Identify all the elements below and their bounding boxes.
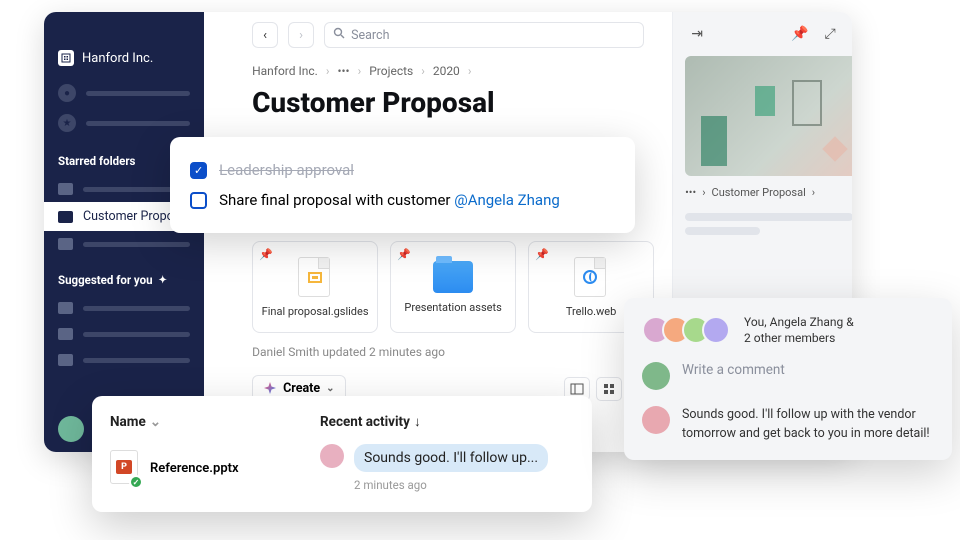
task-label: Share final proposal with customer @Ange… <box>219 191 560 209</box>
topbar: ‹ › Search <box>252 12 654 58</box>
crumb[interactable]: Customer Proposal <box>712 186 806 199</box>
sparkle-icon: ✦ <box>159 275 167 286</box>
comments-panel: You, Angela Zhang & 2 other members Writ… <box>624 298 952 460</box>
file-card[interactable]: 📌 Final proposal.gslides <box>252 241 378 333</box>
activity-message: Sounds good. I'll follow up... <box>354 444 548 472</box>
nav-forward-button[interactable]: › <box>288 22 314 48</box>
pin-button[interactable]: 📌 <box>788 22 812 46</box>
file-preview[interactable] <box>685 56 852 176</box>
folder-icon <box>58 328 73 340</box>
avatar <box>320 444 344 468</box>
folder-item[interactable] <box>44 321 204 347</box>
crumb[interactable]: 2020 <box>433 64 460 78</box>
pin-icon: 📌 <box>397 248 411 261</box>
folder-item[interactable] <box>44 347 204 373</box>
file-list-popover: Name ⌄ Recent activity ↓ P ✓ Reference.p… <box>92 396 592 512</box>
view-grid-button[interactable] <box>596 377 622 401</box>
nav-item-starred[interactable]: ★ <box>44 108 204 138</box>
crumb-ellipsis[interactable]: ••• <box>685 186 696 199</box>
more-button[interactable]: ••• <box>848 22 852 46</box>
task-row[interactable]: Share final proposal with customer @Ange… <box>190 185 615 215</box>
org-switcher[interactable]: Hanford Inc. <box>44 50 204 78</box>
checkbox-checked-icon[interactable]: ✓ <box>190 162 207 179</box>
gslides-icon <box>298 257 332 297</box>
crumb[interactable]: Projects <box>369 64 413 78</box>
pin-icon: 📌 <box>259 248 273 261</box>
column-activity[interactable]: Recent activity ↓ <box>320 414 421 430</box>
synced-icon: ✓ <box>129 475 143 489</box>
members-label: You, Angela Zhang & 2 other members <box>744 314 854 346</box>
update-meta: Daniel Smith updated 2 minutes ago <box>252 333 654 371</box>
comment-text: Sounds good. I'll follow up with the ven… <box>682 406 934 444</box>
avatar-stack[interactable] <box>642 316 730 344</box>
collapse-panel-button[interactable]: ⇥ <box>685 22 709 46</box>
search-icon <box>333 27 345 43</box>
panel-breadcrumb: •••› Customer Proposal› <box>685 176 852 207</box>
powerpoint-icon: P ✓ <box>110 450 140 486</box>
sort-desc-icon: ↓ <box>414 414 421 430</box>
folder-icon <box>58 302 73 314</box>
tasks-popover: ✓ Leadership approval Share final propos… <box>170 137 635 233</box>
web-icon <box>574 257 608 297</box>
folder-icon <box>58 183 73 195</box>
breadcrumb: Hanford Inc.› •••› Projects› 2020› <box>252 58 654 84</box>
comment-input-row[interactable]: Write a comment <box>642 362 934 390</box>
folder-item[interactable] <box>44 295 204 321</box>
folder-icon <box>433 261 473 293</box>
chevron-down-icon: ⌄ <box>326 383 334 394</box>
folder-icon <box>58 354 73 366</box>
expand-button[interactable]: ⤢ <box>818 22 842 46</box>
building-icon <box>58 50 74 66</box>
file-cards: 📌 Final proposal.gslides 📌 Presentation … <box>252 241 654 333</box>
avatar <box>642 406 670 434</box>
file-name: Final proposal.gslides <box>262 305 369 318</box>
suggested-header: Suggested for you ✦ <box>44 257 204 295</box>
nav-back-button[interactable]: ‹ <box>252 22 278 48</box>
folder-item[interactable] <box>44 231 204 257</box>
star-icon: ★ <box>58 114 76 132</box>
sparkle-icon <box>263 382 277 396</box>
mention[interactable]: @Angela Zhang <box>454 191 560 209</box>
activity-time: 2 minutes ago <box>354 478 548 492</box>
checkbox-icon[interactable] <box>190 192 207 209</box>
column-name[interactable]: Name ⌄ <box>110 414 320 430</box>
folder-icon <box>58 211 73 223</box>
task-row[interactable]: ✓ Leadership approval <box>190 155 615 185</box>
org-name: Hanford Inc. <box>82 51 153 66</box>
page-title: Customer Proposal <box>252 84 654 129</box>
pin-icon: 📌 <box>535 248 549 261</box>
task-label: Leadership approval <box>219 161 354 179</box>
nav-item-people[interactable]: ● <box>44 78 204 108</box>
search-input[interactable]: Search <box>324 22 644 48</box>
chevron-down-icon: ⌄ <box>150 414 161 430</box>
crumb[interactable]: Hanford Inc. <box>252 64 318 78</box>
folder-icon <box>58 238 73 250</box>
comment-row: Sounds good. I'll follow up with the ven… <box>642 406 934 444</box>
main-panel: ‹ › Search Hanford Inc.› •••› Projects› … <box>204 12 672 452</box>
person-icon: ● <box>58 84 76 102</box>
comment-input[interactable]: Write a comment <box>682 362 785 378</box>
crumb-ellipsis[interactable]: ••• <box>337 64 349 78</box>
avatar <box>58 416 84 442</box>
create-label: Create <box>283 381 320 396</box>
file-name: Reference.pptx <box>150 461 239 476</box>
search-placeholder: Search <box>351 28 389 43</box>
avatar <box>642 362 670 390</box>
file-name: Trello.web <box>566 305 616 318</box>
folder-name: Presentation assets <box>404 301 501 314</box>
list-item[interactable]: P ✓ Reference.pptx Sounds good. I'll fol… <box>110 444 574 492</box>
folder-card[interactable]: 📌 Presentation assets <box>390 241 516 333</box>
